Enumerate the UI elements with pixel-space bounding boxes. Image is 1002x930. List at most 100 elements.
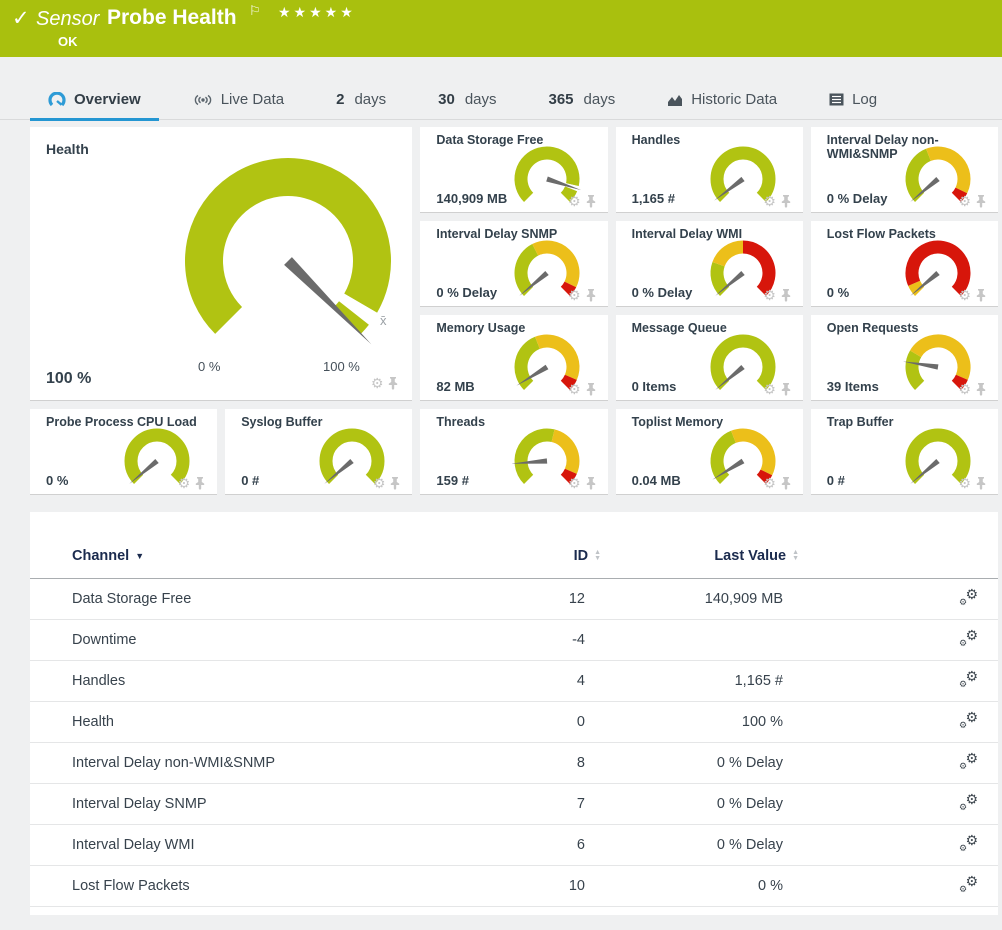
channel-settings-gears-icon[interactable]: ⚙⚙ [959, 876, 978, 893]
sensor-status-text: OK [58, 34, 78, 49]
gauge-card: Toplist Memory0.04 MB⚙ [616, 409, 803, 495]
gear-icon[interactable]: ⚙ [568, 382, 581, 396]
tab-label: days [465, 91, 497, 108]
gear-icon[interactable]: ⚙ [958, 288, 971, 302]
channel-settings-gears-icon[interactable]: ⚙⚙ [959, 671, 978, 688]
channel-settings-gears-icon[interactable]: ⚙⚙ [959, 630, 978, 647]
table-row: Handles41,165 #⚙⚙ [30, 661, 998, 702]
gear-icon[interactable]: ⚙ [568, 288, 581, 302]
tab-label: days [584, 91, 616, 108]
gauge-card: Interval Delay WMI0 % Delay⚙ [616, 221, 803, 307]
pin-icon[interactable] [781, 477, 791, 490]
tab-historic-data[interactable]: Historic Data [649, 91, 795, 121]
gauge-card: Memory Usage82 MB⚙ [420, 315, 607, 401]
pin-icon[interactable] [781, 289, 791, 302]
gear-icon[interactable]: ⚙ [958, 382, 971, 396]
channel-settings-gears-icon[interactable]: ⚙⚙ [959, 753, 978, 770]
channel-name[interactable]: Interval Delay non-WMI&SNMP [30, 743, 535, 784]
tab-log[interactable]: Log [811, 91, 895, 121]
tab-365-days[interactable]: 365 days [531, 91, 634, 121]
log-list-icon [829, 93, 844, 106]
table-row: Interval Delay non-WMI&SNMP80 % Delay ⚙⚙ [30, 743, 998, 784]
channel-settings-gears-icon[interactable]: ⚙⚙ [959, 835, 978, 852]
table-row: Interval Delay SNMP70 % Delay⚙⚙ [30, 784, 998, 825]
priority-stars[interactable]: ★★★★★ [278, 4, 356, 21]
gauge-actions: ⚙ [371, 376, 399, 390]
gauge-card: Trap Buffer0 #⚙ [811, 409, 998, 495]
gear-icon[interactable]: ⚙ [373, 476, 386, 490]
channel-settings-gears-icon[interactable]: ⚙⚙ [959, 712, 978, 729]
pin-icon[interactable] [976, 195, 986, 208]
channels-table: Channel▼ ID▲▼ Last Value▲▼ Data Storage … [30, 540, 998, 907]
pin-icon[interactable] [586, 477, 596, 490]
column-header-channel[interactable]: Channel▼ [30, 540, 535, 579]
gauge-actions: ⚙ [763, 194, 791, 208]
gauge-actions: ⚙ [763, 288, 791, 302]
table-row: Lost Flow Packets100 %⚙⚙ [30, 866, 998, 907]
pin-icon[interactable] [976, 289, 986, 302]
pin-icon[interactable] [976, 477, 986, 490]
channel-id: 0 [535, 702, 625, 743]
tab-overview[interactable]: Overview [30, 91, 159, 121]
channel-last-value: 0 % [625, 866, 825, 907]
channel-last-value: 0 % Delay [625, 743, 825, 784]
gear-icon[interactable]: ⚙ [371, 376, 384, 390]
channel-id: 8 [535, 743, 625, 784]
pin-icon[interactable] [781, 195, 791, 208]
tab-live-data[interactable]: Live Data [175, 91, 302, 121]
gear-icon[interactable]: ⚙ [178, 476, 191, 490]
pin-icon[interactable] [586, 195, 596, 208]
tab-30-days[interactable]: 30 days [420, 91, 514, 121]
gauge-scale-max: 100 % [323, 359, 360, 374]
pin-icon[interactable] [781, 383, 791, 396]
tab-number: 2 [336, 91, 344, 108]
column-header-id[interactable]: ID▲▼ [535, 540, 625, 579]
channel-name[interactable]: Data Storage Free [30, 579, 535, 620]
flag-icon[interactable]: ⚐ [249, 3, 261, 19]
gauge-value: 1,165 # [632, 191, 675, 206]
health-gauge [178, 155, 398, 360]
channel-name[interactable]: Interval Delay SNMP [30, 784, 535, 825]
gear-icon[interactable]: ⚙ [958, 476, 971, 490]
gauge-card: Handles1,165 #⚙ [616, 127, 803, 213]
column-header-last-value[interactable]: Last Value▲▼ [625, 540, 825, 579]
channel-last-value: 100 % [625, 702, 825, 743]
gauge-actions: ⚙ [958, 382, 986, 396]
pin-icon[interactable] [586, 383, 596, 396]
gear-icon[interactable]: ⚙ [763, 382, 776, 396]
gauge-card: Message Queue0 Items⚙ [616, 315, 803, 401]
channel-settings-gears-icon[interactable]: ⚙⚙ [959, 589, 978, 606]
gauge-card: Probe Process CPU Load0 %⚙ [30, 409, 217, 495]
channel-name[interactable]: Health [30, 702, 535, 743]
channel-name[interactable]: Downtime [30, 620, 535, 661]
channel-name[interactable]: Handles [30, 661, 535, 702]
pin-icon[interactable] [976, 383, 986, 396]
channel-name[interactable]: Interval Delay WMI [30, 825, 535, 866]
channel-settings-gears-icon[interactable]: ⚙⚙ [959, 794, 978, 811]
pin-icon[interactable] [195, 477, 205, 490]
gauge-value: 0 % [46, 473, 68, 488]
tab-label: Historic Data [691, 91, 777, 108]
gauge-actions: ⚙ [763, 476, 791, 490]
channels-table-body: Data Storage Free12140,909 MB⚙⚙Downtime-… [30, 579, 998, 907]
gear-icon[interactable]: ⚙ [958, 194, 971, 208]
gauge-actions: ⚙ [178, 476, 206, 490]
channel-name[interactable]: Lost Flow Packets [30, 866, 535, 907]
tab-2-days[interactable]: 2 days [318, 91, 404, 121]
gauge-value: 0 # [827, 473, 845, 488]
pin-icon[interactable] [390, 477, 400, 490]
gear-icon[interactable]: ⚙ [568, 476, 581, 490]
gauge-card: Syslog Buffer0 #⚙ [225, 409, 412, 495]
pin-icon[interactable] [388, 377, 398, 390]
pin-icon[interactable] [586, 289, 596, 302]
gear-icon[interactable]: ⚙ [568, 194, 581, 208]
tab-number: 365 [549, 91, 574, 108]
gear-icon[interactable]: ⚙ [763, 194, 776, 208]
live-data-icon [193, 93, 213, 107]
tab-label: Live Data [221, 91, 284, 108]
table-row: Downtime-4⚙⚙ [30, 620, 998, 661]
gear-icon[interactable]: ⚙ [763, 288, 776, 302]
sort-icon: ▲▼ [594, 550, 601, 562]
gauge-card: Lost Flow Packets0 %⚙ [811, 221, 998, 307]
gear-icon[interactable]: ⚙ [763, 476, 776, 490]
